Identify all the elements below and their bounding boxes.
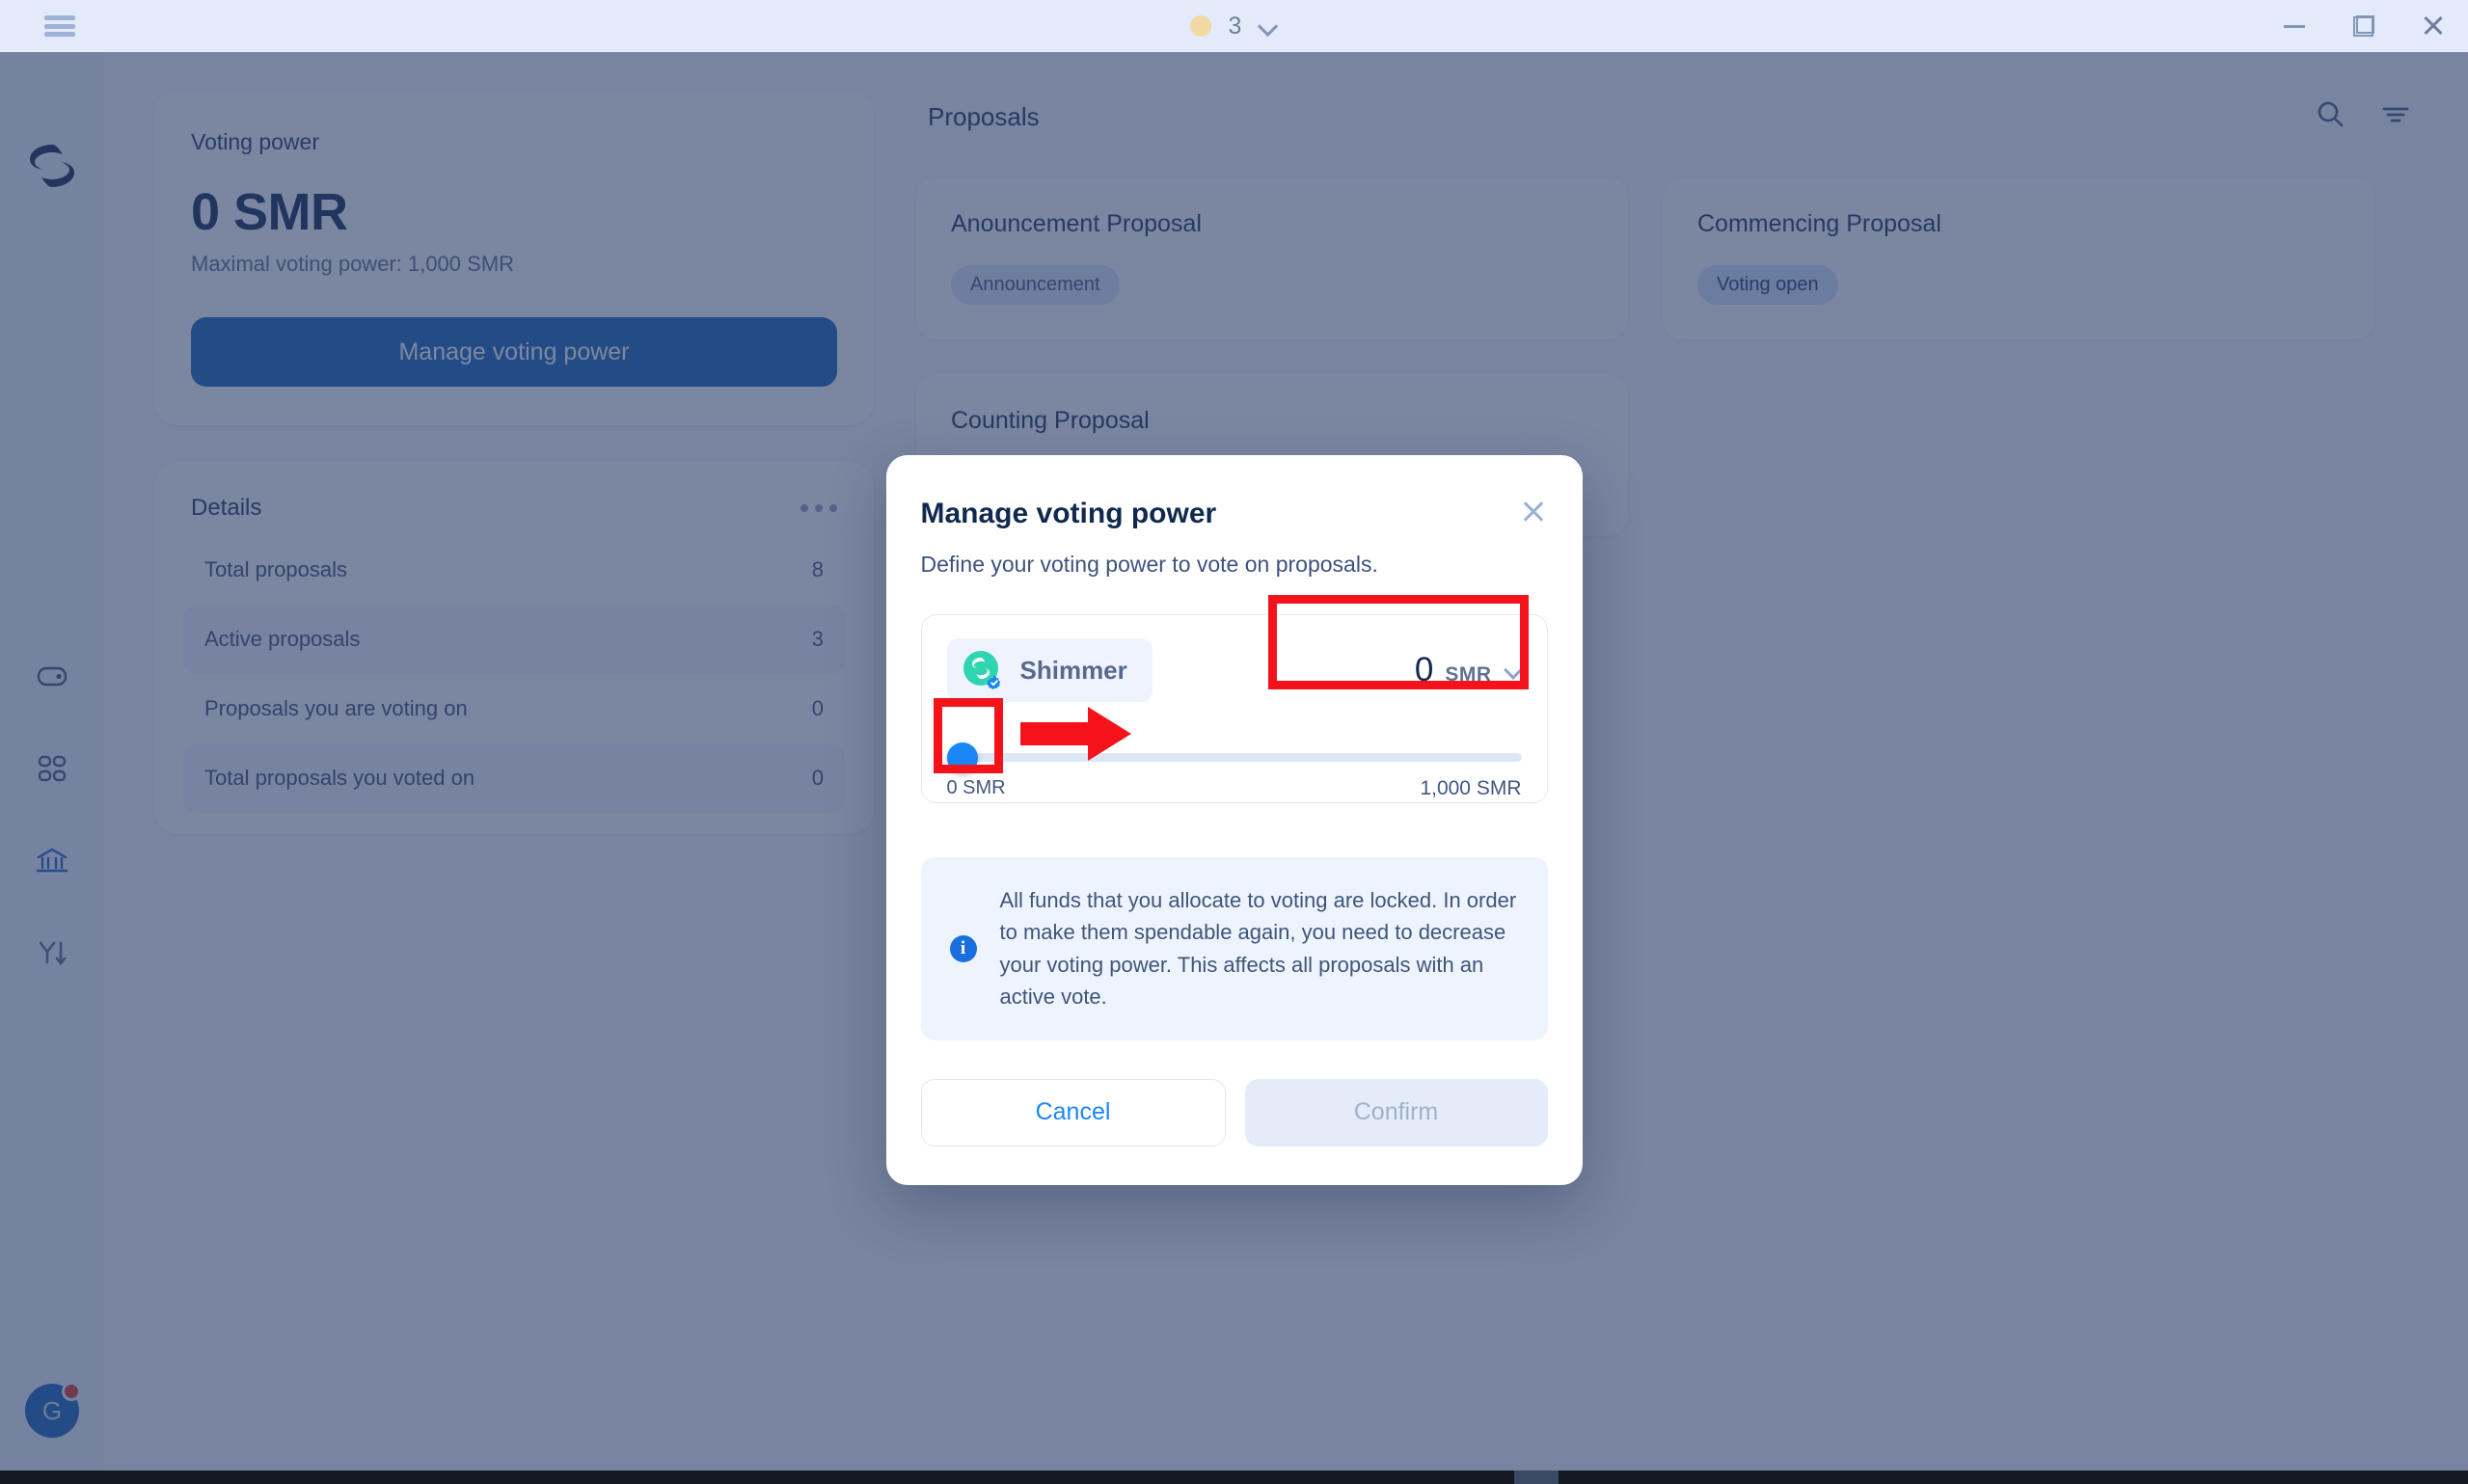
info-text: All funds that you allocate to voting ar…: [999, 888, 1517, 1010]
network-selector[interactable]: 3: [1189, 0, 1279, 52]
network-status-dot: [1189, 15, 1211, 37]
modal-actions: Cancel Confirm: [920, 1078, 1548, 1147]
modal-subtitle: Define your voting power to vote on prop…: [920, 552, 1378, 577]
chevron-down-icon[interactable]: [1505, 662, 1522, 679]
title-bar: 3: [0, 0, 2468, 52]
close-icon: [2422, 14, 2445, 38]
shimmer-token-icon: [961, 648, 1005, 692]
window-controls: [2260, 0, 2468, 52]
token-row: Shimmer 0 SMR: [946, 638, 1522, 702]
info-banner: i All funds that you allocate to voting …: [920, 857, 1548, 1040]
minimize-icon: [2284, 24, 2305, 28]
restore-window-icon: [2353, 15, 2374, 37]
maximize-button[interactable]: [2329, 0, 2399, 52]
app-window: 3 Manage voting power Define your voting…: [0, 0, 2468, 1484]
network-count: 3: [1228, 12, 1242, 40]
hamburger-icon[interactable]: [44, 15, 75, 37]
amount-value: 0: [1414, 651, 1434, 688]
amount-unit: SMR: [1445, 663, 1492, 686]
minimize-button[interactable]: [2260, 0, 2329, 52]
token-amount-panel: Shimmer 0 SMR 0 SMR 1,000 SMR: [920, 614, 1548, 803]
slider-min-label: 0 SMR: [946, 777, 1006, 798]
slider-max-label: 1,000 SMR: [1420, 777, 1522, 799]
modal-title: Manage voting power: [920, 498, 1217, 529]
chevron-down-icon[interactable]: [1259, 16, 1278, 36]
cancel-button[interactable]: Cancel: [920, 1078, 1226, 1147]
manage-voting-power-modal: Manage voting power Define your voting p…: [885, 455, 1583, 1185]
voting-power-slider[interactable]: 0 SMR 1,000 SMR: [946, 742, 1522, 799]
close-button[interactable]: [2399, 0, 2468, 52]
slider-track[interactable]: [946, 753, 1522, 762]
taskbar-active-item[interactable]: [1514, 1471, 1559, 1484]
modal-header: Manage voting power: [921, 498, 1548, 530]
amount-input[interactable]: 0 SMR: [1415, 651, 1522, 689]
os-taskbar: [0, 1471, 2468, 1484]
info-icon: i: [949, 934, 977, 962]
token-selector[interactable]: Shimmer: [946, 638, 1153, 702]
confirm-button: Confirm: [1244, 1078, 1548, 1147]
token-name: Shimmer: [1019, 655, 1127, 685]
slider-thumb[interactable]: [946, 742, 978, 773]
close-icon[interactable]: [1519, 498, 1548, 526]
